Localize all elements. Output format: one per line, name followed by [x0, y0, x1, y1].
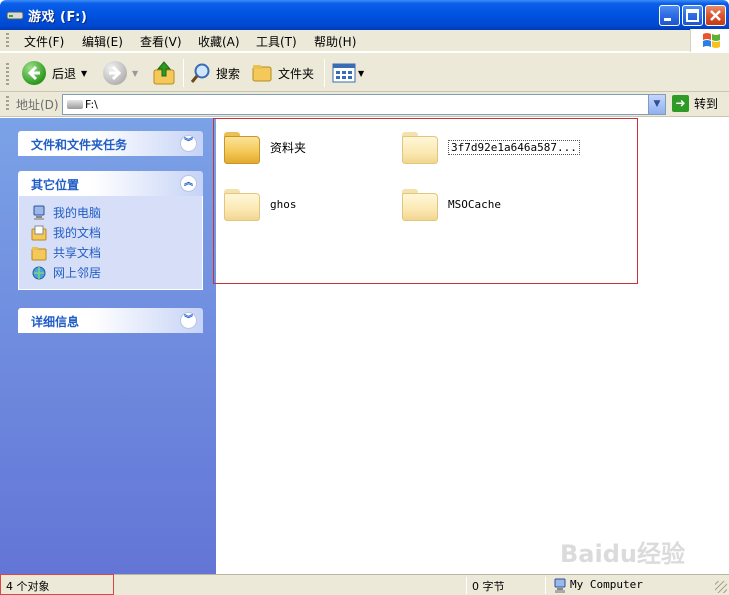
back-arrow-icon: [22, 61, 46, 85]
maximize-button[interactable]: [682, 5, 703, 26]
other-places-header[interactable]: 其它位置 ︽: [18, 171, 203, 196]
status-divider: [545, 577, 546, 594]
toolbar: 后退 ▼ ▼ 搜索 文件夹 ▼: [0, 52, 729, 92]
forward-arrow-icon: [103, 61, 127, 85]
watermark-text: Baidu经验: [560, 540, 685, 568]
address-dropdown-icon[interactable]: ▼: [648, 95, 665, 114]
menu-view[interactable]: 查看(V): [140, 33, 182, 50]
go-button[interactable]: ➜ 转到: [672, 95, 718, 112]
folder-icon: [224, 130, 260, 164]
folder-icon: [402, 130, 438, 164]
my-computer-icon: [554, 578, 566, 593]
folder-item[interactable]: MSOCache: [402, 187, 501, 221]
folders-label: 文件夹: [278, 66, 315, 81]
views-icon: [332, 63, 356, 83]
minimize-icon: [664, 18, 671, 21]
file-folder-tasks-title: 文件和文件夹任务: [31, 138, 128, 152]
folder-item[interactable]: 3f7d92e1a646a587...: [402, 130, 580, 164]
other-places-panel: 我的电脑 我的文档 共享文档 网上邻居: [18, 196, 203, 290]
place-label: 我的文档: [53, 226, 102, 240]
other-places-title: 其它位置: [31, 178, 80, 192]
folder-name: 资料夹: [270, 140, 307, 155]
windows-flag-icon: [703, 33, 720, 48]
address-value: F:\: [85, 98, 98, 111]
back-dropdown-icon[interactable]: ▼: [81, 69, 87, 78]
place-network-places[interactable]: 网上邻居: [31, 264, 101, 281]
back-button[interactable]: 后退 ▼: [22, 58, 87, 88]
my-computer-icon: [33, 205, 45, 220]
file-folder-tasks-header[interactable]: 文件和文件夹任务 ︾: [18, 131, 203, 156]
drive-icon: [67, 100, 83, 109]
folder-name: MSOCache: [448, 197, 501, 211]
network-places-icon: [32, 266, 46, 279]
menu-edit[interactable]: 编辑(E): [82, 33, 123, 50]
resize-grip[interactable]: [715, 581, 727, 593]
place-label: 网上邻居: [53, 266, 102, 280]
place-label: 共享文档: [53, 246, 102, 260]
details-title: 详细信息: [31, 315, 80, 329]
close-button[interactable]: [705, 5, 726, 26]
forward-dropdown-icon[interactable]: ▼: [132, 69, 138, 78]
my-documents-icon: [31, 225, 47, 240]
folder-name: ghos: [270, 197, 297, 211]
status-size: 0 字节: [472, 580, 505, 593]
folders-icon: [252, 65, 272, 82]
details-header[interactable]: 详细信息 ︾: [18, 308, 203, 333]
close-icon: [710, 10, 721, 21]
address-input[interactable]: F:\ ▼: [62, 94, 666, 115]
task-pane: 文件和文件夹任务 ︾ 其它位置 ︽ 我的电脑 我的文档 共享文档 网上邻居 详细…: [0, 118, 216, 574]
window-title: 游戏 (F:): [28, 10, 88, 25]
status-location: My Computer: [570, 578, 643, 591]
up-folder-icon: [153, 61, 175, 85]
status-highlight-annotation: [0, 574, 114, 595]
toolbar-grip: [6, 63, 9, 85]
drive-icon: [6, 11, 24, 20]
menu-file[interactable]: 文件(F): [24, 33, 64, 50]
windows-logo: [690, 29, 729, 53]
views-dropdown-icon[interactable]: ▼: [358, 69, 364, 78]
minimize-button[interactable]: [659, 5, 680, 26]
search-button[interactable]: 搜索: [190, 58, 240, 88]
search-label: 搜索: [216, 66, 241, 81]
toolbar-separator: [324, 59, 325, 87]
folder-item[interactable]: ghos: [224, 187, 297, 221]
expand-icon[interactable]: ︾: [180, 135, 197, 152]
forward-button[interactable]: ▼: [103, 58, 138, 88]
go-label: 转到: [694, 97, 719, 111]
folder-icon: [224, 187, 260, 221]
views-button[interactable]: ▼: [332, 58, 364, 88]
shared-documents-icon: [31, 246, 47, 260]
place-label: 我的电脑: [53, 206, 102, 220]
go-arrow-icon: ➜: [672, 95, 689, 112]
menu-tools[interactable]: 工具(T): [256, 33, 297, 50]
folder-item[interactable]: 资料夹: [224, 130, 306, 164]
status-divider: [466, 577, 467, 594]
address-bar: 地址(D) F:\ ▼ ➜ 转到: [0, 92, 729, 117]
menu-help[interactable]: 帮助(H): [314, 33, 356, 50]
folder-name: 3f7d92e1a646a587...: [448, 139, 580, 155]
folder-icon: [402, 187, 438, 221]
maximize-icon: [686, 9, 699, 22]
menu-bar: 文件(F) 编辑(E) 查看(V) 收藏(A) 工具(T) 帮助(H): [0, 30, 729, 52]
place-my-computer[interactable]: 我的电脑: [31, 204, 101, 221]
expand-icon[interactable]: ︾: [180, 312, 197, 329]
menu-grip: [6, 33, 9, 49]
collapse-icon[interactable]: ︽: [180, 175, 197, 192]
address-label: 地址(D): [16, 98, 59, 112]
toolbar-separator: [183, 59, 184, 87]
up-folder-button[interactable]: [152, 58, 176, 88]
back-label: 后退: [52, 66, 77, 81]
address-grip: [6, 96, 9, 112]
search-icon: [190, 63, 210, 83]
place-shared-documents[interactable]: 共享文档: [31, 244, 101, 261]
menu-favorites[interactable]: 收藏(A): [198, 33, 240, 50]
place-my-documents[interactable]: 我的文档: [31, 224, 101, 241]
title-bar[interactable]: 游戏 (F:): [0, 0, 729, 30]
folders-button[interactable]: 文件夹: [251, 58, 314, 88]
baidu-watermark: Baidu经验: [560, 522, 690, 568]
